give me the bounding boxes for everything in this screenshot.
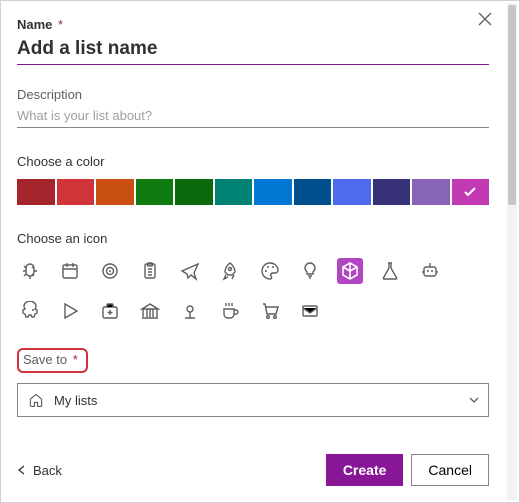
- icon-option-rocket-icon[interactable]: [217, 258, 243, 284]
- chevron-left-icon: [17, 465, 27, 475]
- saveto-label-text: Save to: [23, 352, 67, 367]
- cancel-button[interactable]: Cancel: [411, 454, 489, 486]
- saveto-label-highlight: Save to *: [17, 348, 88, 373]
- name-input[interactable]: [17, 32, 489, 65]
- color-swatch-row: [17, 179, 489, 205]
- color-swatch-green[interactable]: [136, 179, 174, 205]
- icon-option-lightbulb-icon[interactable]: [297, 258, 323, 284]
- saveto-required-mark: *: [73, 352, 78, 367]
- icon-option-calendar-icon[interactable]: [57, 258, 83, 284]
- color-swatch-pink[interactable]: [452, 179, 490, 205]
- icon-option-firstaid-icon[interactable]: [97, 298, 123, 324]
- icon-option-target-icon[interactable]: [97, 258, 123, 284]
- name-label-text: Name: [17, 17, 52, 32]
- name-required-mark: *: [58, 17, 63, 32]
- icon-option-mail-icon[interactable]: [297, 298, 323, 324]
- icon-option-coffee-icon[interactable]: [217, 298, 243, 324]
- home-icon: [28, 392, 44, 408]
- chevron-down-icon: [468, 394, 480, 406]
- icon-grid: [17, 258, 457, 324]
- description-input[interactable]: [17, 102, 489, 128]
- color-swatch-dark-red[interactable]: [17, 179, 55, 205]
- icon-option-bank-icon[interactable]: [137, 298, 163, 324]
- back-label: Back: [33, 463, 62, 478]
- icon-option-piggybank-icon[interactable]: [17, 298, 43, 324]
- icon-option-flask-icon[interactable]: [377, 258, 403, 284]
- dialog-footer: Back Create Cancel: [17, 454, 489, 486]
- scrollbar-thumb[interactable]: [508, 5, 516, 205]
- color-swatch-blue[interactable]: [254, 179, 292, 205]
- description-label: Description: [17, 87, 489, 102]
- icon-option-play-icon[interactable]: [57, 298, 83, 324]
- create-button[interactable]: Create: [326, 454, 404, 486]
- icon-option-cube-icon[interactable]: [337, 258, 363, 284]
- icon-option-palette-icon[interactable]: [257, 258, 283, 284]
- dialog-frame: Name * Description Choose a color Choose…: [0, 0, 520, 503]
- icon-option-location-icon[interactable]: [177, 298, 203, 324]
- icon-option-airplane-icon[interactable]: [177, 258, 203, 284]
- back-button[interactable]: Back: [17, 463, 62, 478]
- dialog-body: Name * Description Choose a color Choose…: [1, 1, 505, 502]
- color-swatch-dark-green[interactable]: [175, 179, 213, 205]
- color-swatch-indigo[interactable]: [333, 179, 371, 205]
- color-swatch-orange[interactable]: [96, 179, 134, 205]
- color-swatch-navy[interactable]: [373, 179, 411, 205]
- color-swatch-purple[interactable]: [412, 179, 450, 205]
- saveto-dropdown[interactable]: My lists: [17, 383, 489, 417]
- color-swatch-teal[interactable]: [215, 179, 253, 205]
- choose-color-label: Choose a color: [17, 154, 489, 169]
- icon-option-bug-icon[interactable]: [17, 258, 43, 284]
- icon-option-clipboard-icon[interactable]: [137, 258, 163, 284]
- color-swatch-red[interactable]: [57, 179, 95, 205]
- saveto-selected-value: My lists: [54, 393, 468, 408]
- name-label: Name *: [17, 17, 489, 32]
- icon-option-cart-icon[interactable]: [257, 298, 283, 324]
- icon-option-robot-icon[interactable]: [417, 258, 443, 284]
- choose-icon-label: Choose an icon: [17, 231, 489, 246]
- color-swatch-dark-blue[interactable]: [294, 179, 332, 205]
- scrollbar-track[interactable]: [507, 3, 517, 500]
